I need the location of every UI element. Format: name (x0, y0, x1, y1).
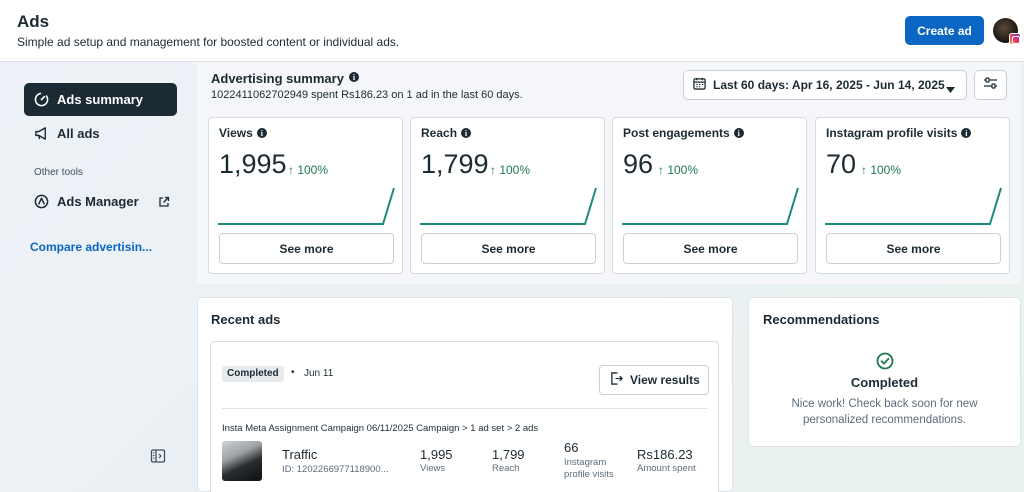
metric-change: ↑ 100% (658, 163, 699, 177)
metric-card-post-engagements: Post engagements i 96 ↑ 100% See more (612, 117, 807, 274)
info-icon[interactable]: i (256, 128, 267, 138)
metric-label: Instagram profile visits (826, 126, 958, 140)
metric-value: 1,995 (219, 149, 287, 179)
sidebar-item-ads-manager[interactable]: Ads Manager (24, 185, 177, 218)
stat-value-profile-visits: 66 (564, 440, 579, 455)
ad-thumbnail[interactable] (222, 441, 262, 481)
metric-change: ↑ 100% (861, 163, 902, 177)
ad-objective: Traffic (282, 447, 318, 462)
recommendations-message: Nice work! Check back soon for new perso… (791, 398, 978, 426)
filter-settings-button[interactable] (974, 70, 1007, 100)
page-subtitle: Simple ad setup and management for boost… (17, 35, 400, 49)
stat-label-amount-spent: Amount spent (637, 463, 696, 474)
speedometer-icon (33, 92, 49, 108)
summary-title: Advertising summary (211, 71, 344, 86)
top-bar (0, 0, 1024, 62)
exit-icon (610, 372, 623, 388)
sidebar-item-all-ads[interactable]: All ads (24, 117, 177, 150)
date-range-dropdown[interactable]: Last 60 days: Apr 16, 2025 - Jun 14, 202… (683, 70, 967, 100)
info-icon[interactable]: i (961, 128, 972, 138)
recent-ads-title: Recent ads (211, 312, 281, 327)
ad-id: ID: 1202266977118900... (282, 464, 389, 475)
stat-value-amount-spent: Rs186.23 (637, 447, 693, 462)
recommendations-status: Completed (850, 375, 919, 390)
date-range-label: Last 60 days: Apr 16, 2025 - Jun 14, 202… (713, 78, 945, 92)
campaign-breadcrumb[interactable]: Insta Meta Assignment Campaign 06/11/202… (222, 423, 538, 434)
check-circle-icon (876, 352, 894, 375)
create-ad-button[interactable]: Create ad (905, 16, 984, 45)
sidebar-item-label: Ads summary (57, 92, 143, 107)
see-more-button[interactable]: See more (826, 233, 1001, 264)
metric-card-views: Views i 1,995 ↑ 100% See more (208, 117, 403, 274)
see-more-button[interactable]: See more (421, 233, 596, 264)
metric-label: Post engagements (623, 126, 730, 140)
external-link-icon[interactable] (158, 195, 170, 207)
metric-change: ↑ 100% (490, 163, 531, 177)
sidebar-section-label: Other tools (34, 167, 83, 178)
collapse-sidebar-icon[interactable] (150, 448, 166, 464)
stat-value-reach: 1,799 (492, 447, 525, 462)
view-results-label: View results (630, 373, 700, 387)
info-icon[interactable]: i (349, 72, 359, 82)
megaphone-icon (33, 126, 49, 142)
instagram-icon (1009, 33, 1021, 45)
sparkline-chart (825, 187, 1002, 225)
see-more-button[interactable]: See more (219, 233, 394, 264)
summary-subtitle: 1022411062702949 spent Rs186.23 on 1 ad … (211, 89, 523, 101)
metric-value: 70 (826, 149, 857, 179)
chevron-down-icon (946, 82, 955, 96)
info-icon[interactable]: i (733, 128, 744, 138)
ad-date: Jun 11 (304, 368, 334, 379)
metric-change: ↑ 100% (288, 163, 329, 177)
sparkline-chart (420, 187, 597, 225)
separator-dot: • (291, 367, 295, 378)
stat-value-views: 1,995 (420, 447, 453, 462)
sliders-icon (983, 76, 998, 94)
stat-label-profile-visits: Instagram profile visits (564, 457, 614, 480)
metric-card-instagram-profile-visits: Instagram profile visits i 70 ↑ 100% See … (815, 117, 1010, 274)
compare-advertising-link[interactable]: Compare advertisin... (30, 240, 152, 254)
see-more-button[interactable]: See more (623, 233, 798, 264)
ads-manager-icon (33, 194, 49, 210)
metric-value: 1,799 (421, 149, 489, 179)
status-badge: Completed (222, 366, 284, 382)
sidebar-item-label: Ads Manager (57, 194, 139, 209)
info-icon[interactable]: i (461, 128, 472, 138)
metric-label: Reach (421, 126, 458, 140)
view-results-button[interactable]: View results (599, 365, 709, 395)
sidebar-item-ads-summary[interactable]: Ads summary (24, 83, 177, 116)
stat-label-reach: Reach (492, 463, 520, 474)
page-title: Ads (17, 12, 50, 31)
recommendations-title: Recommendations (763, 312, 880, 327)
sidebar-item-label: All ads (57, 126, 100, 141)
metric-value: 96 (623, 149, 654, 179)
divider (222, 408, 707, 409)
sparkline-chart (218, 187, 395, 225)
calendar-icon (693, 77, 706, 93)
stat-label-views: Views (420, 463, 446, 474)
sparkline-chart (622, 187, 799, 225)
metric-label: Views (219, 126, 253, 140)
metric-card-reach: Reach i 1,799 ↑ 100% See more (410, 117, 605, 274)
